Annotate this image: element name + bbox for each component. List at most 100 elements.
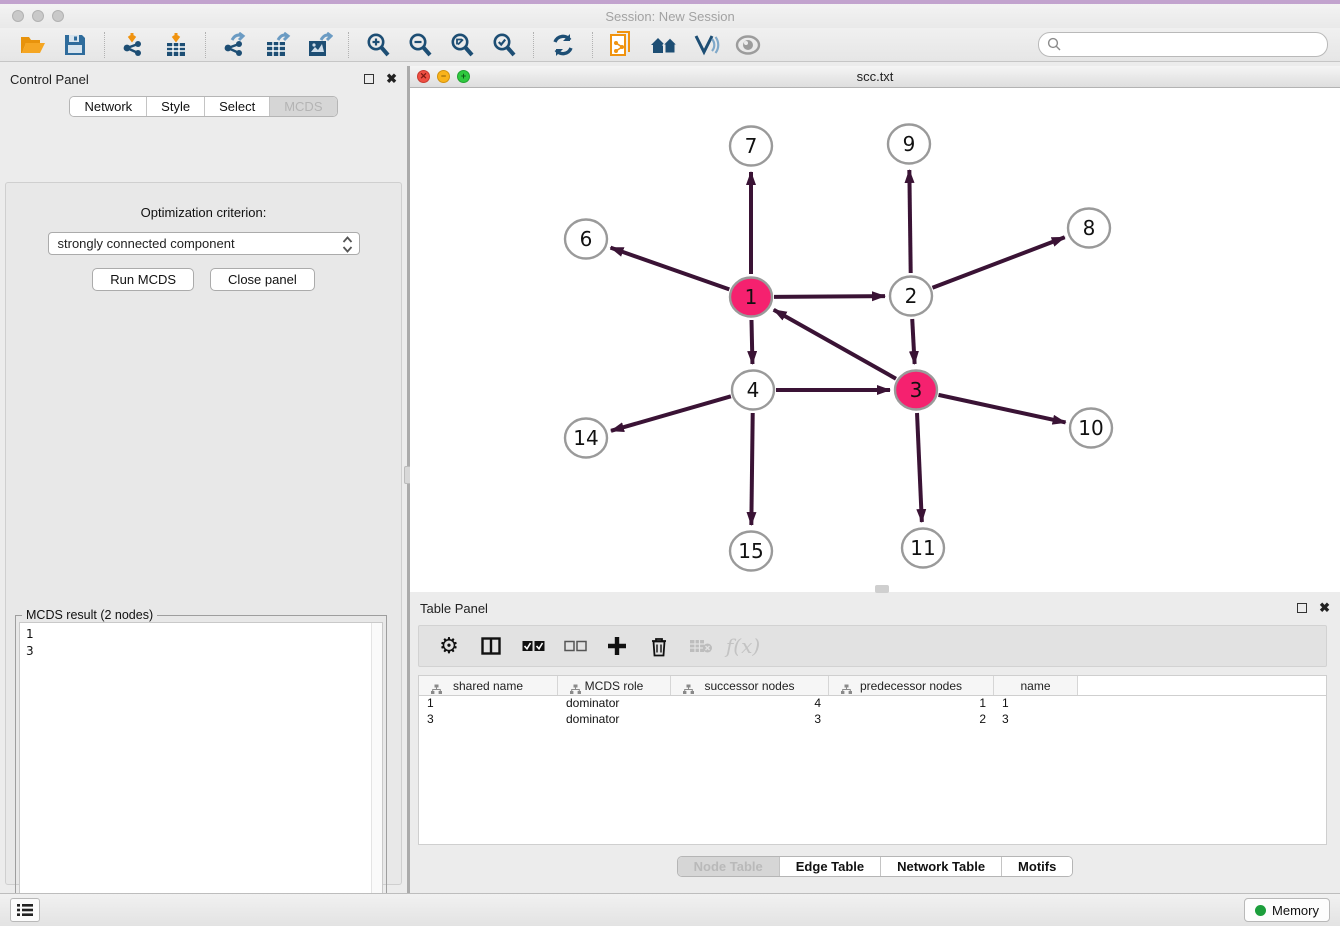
tab-mcds[interactable]: MCDS: [269, 97, 336, 116]
graph-node-7[interactable]: 7: [730, 127, 772, 166]
table-cell[interactable]: dominator: [558, 712, 671, 728]
close-table-panel-icon[interactable]: ✖: [1319, 603, 1330, 613]
graph-node-8[interactable]: 8: [1068, 209, 1110, 248]
network-view-title: scc.txt: [857, 69, 894, 84]
add-column-icon[interactable]: [603, 636, 631, 656]
export-table-icon[interactable]: [262, 31, 292, 59]
export-image-icon[interactable]: [304, 31, 334, 59]
zoom-out-icon[interactable]: [405, 31, 435, 59]
selected-option: strongly connected component: [58, 236, 235, 251]
edge-3-1[interactable]: [774, 310, 896, 379]
graph-node-15[interactable]: 15: [730, 532, 772, 571]
column-header-MCDS-role[interactable]: MCDS role: [558, 676, 671, 695]
graph-node-9[interactable]: 9: [888, 125, 930, 164]
svg-text:6: 6: [580, 227, 593, 251]
delete-column-icon[interactable]: [645, 636, 673, 657]
run-mcds-button[interactable]: Run MCDS: [92, 268, 194, 291]
table-cell[interactable]: 2: [829, 712, 994, 728]
edge-3-10[interactable]: [938, 395, 1065, 423]
optimization-criterion-select[interactable]: strongly connected component: [48, 232, 360, 255]
svg-text:2: 2: [905, 284, 918, 308]
new-network-from-selection-icon[interactable]: [607, 31, 637, 59]
node-table[interactable]: shared nameMCDS rolesuccessor nodesprede…: [418, 675, 1327, 845]
window-controls[interactable]: [12, 10, 64, 22]
edge-2-9[interactable]: [909, 170, 910, 273]
edge-2-3[interactable]: [912, 319, 914, 364]
table-cell[interactable]: 3: [994, 712, 1078, 728]
table-settings-icon[interactable]: ⚙: [435, 634, 463, 659]
minimize-view-button[interactable]: −: [437, 70, 450, 83]
graph-node-6[interactable]: 6: [565, 220, 607, 259]
result-scrollbar[interactable]: [371, 623, 382, 926]
graph-node-1[interactable]: 1: [730, 278, 772, 317]
table-tab-network-table[interactable]: Network Table: [880, 857, 1001, 876]
import-network-icon[interactable]: [119, 31, 149, 59]
network-window-titlebar[interactable]: ✕ − + scc.txt: [410, 66, 1340, 88]
graph-node-14[interactable]: 14: [565, 419, 607, 458]
mcds-result-box[interactable]: 1 3: [19, 622, 383, 926]
table-row[interactable]: 3dominator323: [419, 712, 1326, 728]
network-canvas[interactable]: 7 9 6 8 1 2 4 3 14 10 15 11: [410, 88, 1340, 591]
graph-node-4[interactable]: 4: [732, 371, 774, 410]
zoom-fit-icon[interactable]: [447, 31, 477, 59]
edge-2-8[interactable]: [932, 237, 1064, 288]
float-table-panel-icon[interactable]: [1297, 603, 1307, 613]
tab-select[interactable]: Select: [204, 97, 269, 116]
graph-node-10[interactable]: 10: [1070, 409, 1112, 448]
close-window-button[interactable]: [12, 10, 24, 22]
graph-node-3[interactable]: 3: [895, 371, 937, 410]
table-row[interactable]: 1dominator411: [419, 696, 1326, 712]
import-table-icon[interactable]: [161, 31, 191, 59]
search-input[interactable]: [1038, 32, 1328, 57]
close-view-button[interactable]: ✕: [417, 70, 430, 83]
tab-style[interactable]: Style: [146, 97, 204, 116]
close-panel-button[interactable]: Close panel: [210, 268, 315, 291]
column-header-successor-nodes[interactable]: successor nodes: [671, 676, 829, 695]
control-panel-header: Control Panel ✖: [0, 66, 407, 92]
column-header-name[interactable]: name: [994, 676, 1078, 695]
zoom-selected-icon[interactable]: [489, 31, 519, 59]
column-header-predecessor-nodes[interactable]: predecessor nodes: [829, 676, 994, 695]
graph-node-2[interactable]: 2: [890, 277, 932, 316]
show-all-icon[interactable]: [733, 31, 763, 59]
hide-selected-icon[interactable]: [691, 31, 721, 59]
first-neighbors-icon[interactable]: [649, 31, 679, 59]
edge-1-4[interactable]: [751, 320, 752, 364]
select-all-columns-icon[interactable]: [519, 640, 547, 652]
table-cell[interactable]: 1: [829, 696, 994, 712]
column-header-shared-name[interactable]: shared name: [419, 676, 558, 695]
graph-node-11[interactable]: 11: [902, 529, 944, 568]
close-panel-icon[interactable]: ✖: [386, 74, 397, 84]
network-window-controls[interactable]: ✕ − +: [417, 70, 470, 83]
table-cell[interactable]: 1: [994, 696, 1078, 712]
edge-3-11[interactable]: [917, 413, 922, 522]
save-session-icon[interactable]: [60, 31, 90, 59]
float-panel-icon[interactable]: [364, 74, 374, 84]
table-cell[interactable]: dominator: [558, 696, 671, 712]
edge-4-14[interactable]: [611, 396, 731, 430]
open-file-icon[interactable]: [18, 31, 48, 59]
table-cell[interactable]: 4: [671, 696, 829, 712]
tab-network[interactable]: Network: [70, 97, 146, 116]
minimize-window-button[interactable]: [32, 10, 44, 22]
memory-button[interactable]: Memory: [1244, 898, 1330, 922]
mcds-result-title: MCDS result (2 nodes): [22, 608, 157, 622]
horizontal-splitter-grip[interactable]: [875, 585, 889, 593]
table-tab-node-table[interactable]: Node Table: [678, 857, 779, 876]
zoom-window-button[interactable]: [52, 10, 64, 22]
table-tab-motifs[interactable]: Motifs: [1001, 857, 1072, 876]
export-network-icon[interactable]: [220, 31, 250, 59]
zoom-in-icon[interactable]: [363, 31, 393, 59]
edge-1-2[interactable]: [774, 296, 885, 297]
table-cell[interactable]: 3: [419, 712, 558, 728]
column-layout-icon[interactable]: [477, 637, 505, 655]
apply-layout-icon[interactable]: [548, 31, 578, 59]
deselect-all-columns-icon[interactable]: [561, 640, 589, 652]
table-tab-edge-table[interactable]: Edge Table: [779, 857, 880, 876]
edge-1-6[interactable]: [611, 248, 730, 290]
task-history-button[interactable]: [10, 898, 40, 922]
table-cell[interactable]: 1: [419, 696, 558, 712]
edge-4-15[interactable]: [751, 413, 752, 525]
table-cell[interactable]: 3: [671, 712, 829, 728]
maximize-view-button[interactable]: +: [457, 70, 470, 83]
